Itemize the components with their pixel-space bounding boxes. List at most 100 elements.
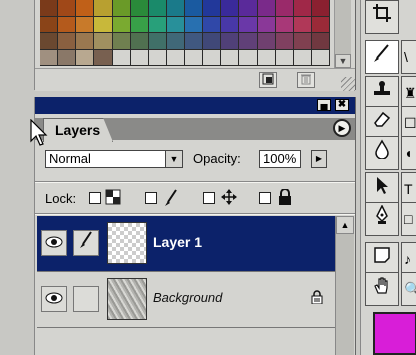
color-swatch-cell[interactable] [311,16,330,33]
color-swatch-cell[interactable] [76,33,95,50]
color-swatch-cell[interactable] [311,33,330,50]
color-swatch-cell[interactable] [185,16,204,33]
color-swatch-cell[interactable] [239,16,258,33]
color-swatch-cell[interactable] [166,16,185,33]
color-swatch-cell[interactable] [94,16,113,33]
color-swatch-cell[interactable] [203,0,222,17]
color-swatch-cell[interactable] [293,33,312,50]
color-swatch-cell[interactable] [58,33,77,50]
color-swatch-cell[interactable] [40,16,59,33]
delete-swatch-button[interactable] [297,72,315,88]
color-swatch-cell[interactable] [166,49,185,66]
layer-name[interactable]: Background [153,290,222,305]
color-swatch-cell[interactable] [130,16,149,33]
layer-name[interactable]: Layer 1 [153,234,202,250]
color-swatch-cell[interactable] [148,49,167,66]
scroll-down-arrow-icon[interactable]: ▼ [335,54,351,68]
swatch-grid[interactable] [40,0,330,66]
color-swatch-cell[interactable] [58,16,77,33]
color-swatch-cell[interactable] [94,49,113,66]
color-swatch-cell[interactable] [221,16,240,33]
color-swatch-cell[interactable] [275,0,294,17]
color-swatch-cell[interactable] [221,33,240,50]
color-swatch-cell[interactable] [239,33,258,50]
layer-thumbnail[interactable] [107,222,147,264]
color-swatch-cell[interactable] [311,0,330,17]
color-swatch-cell[interactable] [112,49,131,66]
color-swatch-cell[interactable] [40,33,59,50]
tool-flyout[interactable]: \ [401,40,416,74]
color-swatch-cell[interactable] [275,16,294,33]
color-swatch-cell[interactable] [76,49,95,66]
color-swatch-cell[interactable] [293,16,312,33]
opacity-slider-arrow-icon[interactable]: ▶ [311,150,327,168]
color-swatch-cell[interactable] [130,49,149,66]
visibility-toggle[interactable] [41,230,67,256]
tool-flyout[interactable]: □ [401,202,416,236]
color-swatch-cell[interactable] [239,49,258,66]
lock-all-checkbox[interactable] [259,192,271,204]
color-swatch-cell[interactable] [257,49,276,66]
panel-titlebar[interactable]: ▄ ✖ [35,97,355,114]
color-swatch-cell[interactable] [221,0,240,17]
color-swatch-cell[interactable] [166,0,185,17]
color-swatch-cell[interactable] [40,0,59,17]
color-swatch-cell[interactable] [185,33,204,50]
palette-menu-button[interactable]: ▶ [333,119,351,137]
opacity-input[interactable]: 100% [259,150,301,168]
lock-transparency-checkbox[interactable] [89,192,101,204]
blend-mode-select[interactable]: Normal ▼ [45,150,183,168]
color-swatch-cell[interactable] [203,33,222,50]
color-swatch-cell[interactable] [58,49,77,66]
minimize-button[interactable]: ▄ [317,99,331,111]
tool-flyout[interactable]: 🔍 [401,272,416,306]
color-swatch-cell[interactable] [257,16,276,33]
layer-row-layer-1[interactable]: Layer 1 [37,216,335,272]
color-swatch-cell[interactable] [166,33,185,50]
color-swatch-cell[interactable] [40,49,59,66]
color-swatch-cell[interactable] [293,49,312,66]
tool-flyout[interactable]: ◖ [401,136,416,170]
blur-tool[interactable] [365,136,399,170]
tool-flyout[interactable]: ☐ [401,106,416,140]
eraser-tool[interactable] [365,106,399,140]
color-swatch-cell[interactable] [148,0,167,17]
notes-tool[interactable] [365,242,399,276]
layers-scrollbar[interactable]: ▲ [335,216,354,355]
stamp-tool[interactable] [365,76,399,110]
pen-tool[interactable] [365,202,399,236]
lock-image-checkbox[interactable] [145,192,157,204]
color-swatch-cell[interactable] [185,0,204,17]
tool-flyout[interactable]: ♪ [401,242,416,276]
color-swatch-cell[interactable] [112,16,131,33]
color-swatch-cell[interactable] [148,16,167,33]
color-swatch-cell[interactable] [275,33,294,50]
color-swatch-cell[interactable] [257,0,276,17]
new-swatch-button[interactable] [259,72,277,88]
resize-grip-icon[interactable] [341,77,355,91]
lock-position-checkbox[interactable] [203,192,215,204]
color-swatch-cell[interactable] [239,0,258,17]
color-swatch-cell[interactable] [76,16,95,33]
tool-flyout[interactable]: ♜ [401,76,416,110]
layer-link-toggle[interactable] [73,230,99,256]
layer-link-toggle[interactable] [73,286,99,312]
layer-row-background[interactable]: Background [37,272,335,328]
color-swatch-cell[interactable] [112,0,131,17]
color-swatch-cell[interactable] [76,0,95,17]
crop-tool[interactable] [365,0,399,34]
color-swatch-cell[interactable] [130,0,149,17]
pencil-tool[interactable] [365,40,399,74]
tool-flyout[interactable]: T [401,172,416,206]
color-swatch-cell[interactable] [293,0,312,17]
color-swatch-cell[interactable] [148,33,167,50]
foreground-color-swatch[interactable] [373,312,416,355]
color-swatch-cell[interactable] [257,33,276,50]
visibility-toggle[interactable] [41,286,67,312]
color-swatch-cell[interactable] [203,16,222,33]
hand-tool[interactable] [365,272,399,306]
color-swatch-cell[interactable] [94,0,113,17]
tab-layers[interactable]: Layers [43,118,113,142]
color-swatch-cell[interactable] [130,33,149,50]
path-select-tool[interactable] [365,172,399,206]
